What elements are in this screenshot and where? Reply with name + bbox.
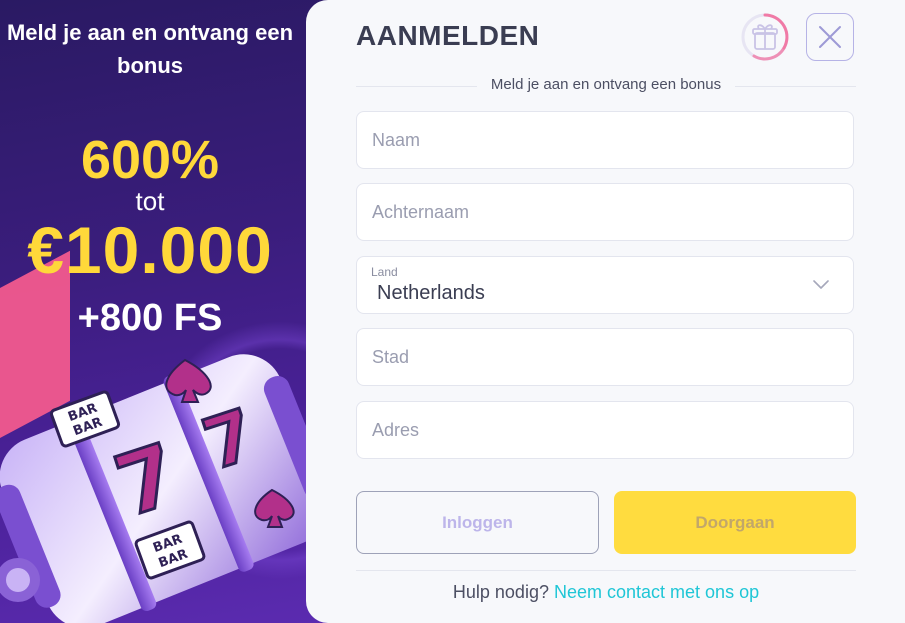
footer-divider [356,570,856,571]
city-input[interactable] [357,329,853,385]
country-select[interactable]: Land Netherlands [356,256,854,314]
signup-screen: Meld je aan en ontvang een bonus 600% to… [0,0,905,623]
address-field[interactable] [356,401,854,459]
signup-modal: AANMELDEN Meld je aan en ontvang een bon… [306,0,905,623]
gift-icon[interactable] [740,12,790,62]
last-name-input[interactable] [357,184,853,240]
continue-button[interactable]: Doorgaan [614,491,856,554]
login-button[interactable]: Inloggen [356,491,599,554]
city-field[interactable] [356,328,854,386]
first-name-field[interactable] [356,111,854,169]
close-button[interactable] [806,13,854,61]
subtitle: Meld je aan en ontvang een bonus [356,76,856,93]
promo-panel: Meld je aan en ontvang een bonus 600% to… [0,0,330,623]
help-text: Hulp nodig? [452,582,549,602]
promo-tot: tot [135,186,165,216]
first-name-input[interactable] [357,112,853,168]
contact-link[interactable]: Neem contact met ons op [554,582,759,602]
subtitle-text: Meld je aan en ontvang een bonus [476,76,736,93]
address-input[interactable] [357,402,853,458]
page-title: AANMELDEN [356,20,540,51]
slot-machine-illustration: BAR BAR BAR BAR 7 7 [0,354,330,623]
last-name-field[interactable] [356,183,854,241]
chevron-down-icon[interactable] [813,277,829,291]
promo-headline: Meld je aan en ontvang een bonus [6,20,294,78]
country-value: Netherlands [377,282,485,304]
promo-amount: €10.000 [27,213,273,287]
country-label: Land [371,265,398,279]
close-icon [819,26,841,48]
promo-percent: 600% [80,130,220,190]
help-line: Hulp nodig? Neem contact met ons op [356,582,856,603]
